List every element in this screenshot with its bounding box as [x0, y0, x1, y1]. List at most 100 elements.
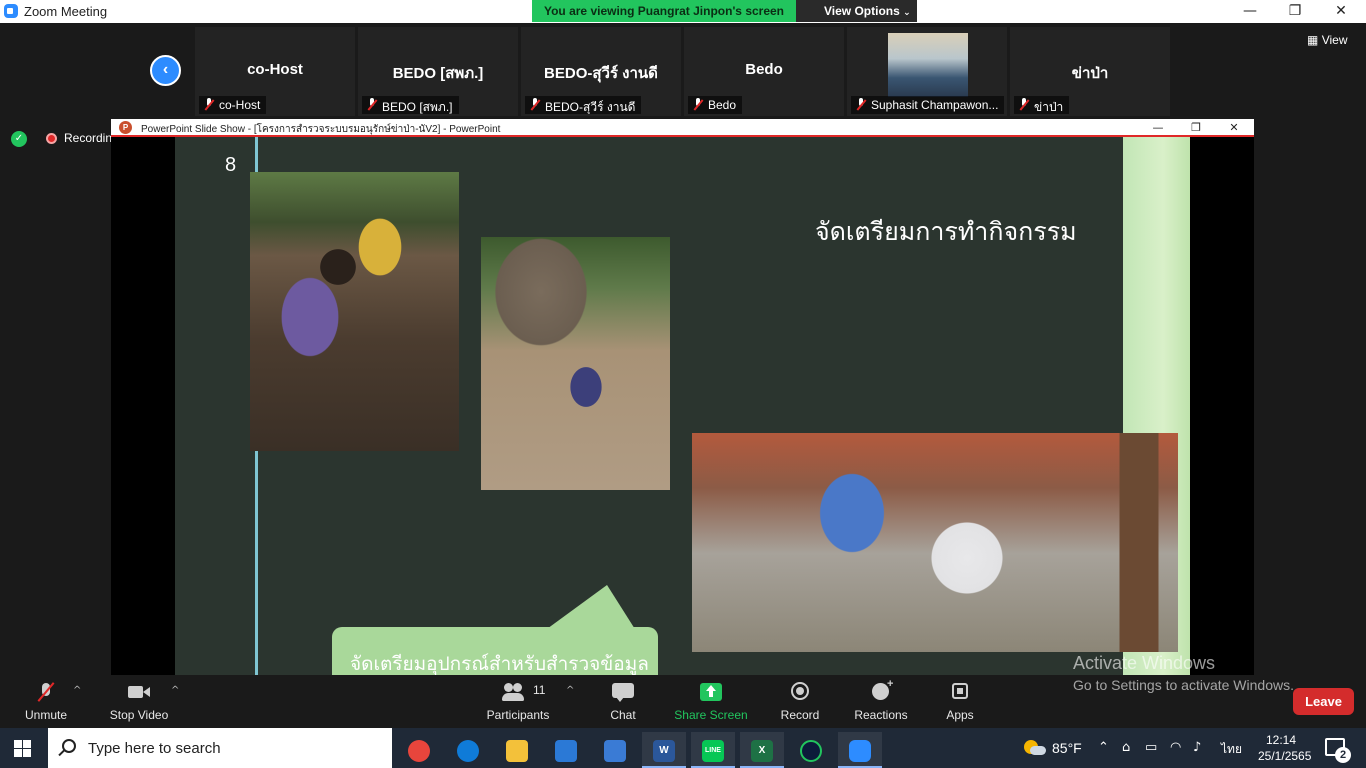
video-tile[interactable]: ข่าป่า ข่าป่า [1010, 27, 1170, 116]
tile-label-text: Bedo [708, 98, 737, 112]
restore-button[interactable]: ❐ [1272, 0, 1318, 23]
clock-date: 25/1/2565 [1258, 749, 1312, 763]
muted-mic-icon [367, 98, 377, 111]
taskbar-app-edge[interactable] [446, 732, 490, 768]
activate-windows-subtitle: Go to Settings to activate Windows. [1073, 677, 1294, 693]
record-icon [789, 682, 811, 701]
participants-count: 11 [533, 683, 546, 697]
ppt-restore-button[interactable]: ❐ [1177, 119, 1215, 137]
previous-page-button[interactable]: ‹ [150, 55, 181, 86]
leave-meeting-button[interactable]: Leave [1293, 688, 1354, 715]
ppt-close-button[interactable]: ✕ [1215, 119, 1253, 137]
ppt-title-bar: P PowerPoint Slide Show - [โครงการสำรวจร… [111, 119, 1254, 137]
folder-icon [506, 740, 528, 762]
network-icon[interactable]: ⌂ [1122, 740, 1130, 755]
taskbar-app-store[interactable] [593, 732, 637, 768]
tile-name-label: BEDO [สพภ.] [362, 96, 459, 114]
apps-button[interactable]: Apps [938, 675, 982, 728]
video-options-chevron-icon[interactable]: ^ [171, 685, 179, 696]
smiley-reaction-icon [870, 678, 893, 701]
sharing-banner: You are viewing Puangrat Jinpon's screen [532, 0, 796, 22]
tile-label-text: co-Host [219, 98, 261, 112]
powerpoint-icon: P [119, 121, 132, 134]
taskbar-clock[interactable]: 12:14 25/1/2565 [1258, 732, 1312, 764]
audio-options-chevron-icon[interactable]: ^ [73, 685, 81, 696]
share-screen-label: Share Screen [674, 708, 748, 722]
callout-text: จัดเตรียมอุปกรณ์สำหรับสำรวจข้อมูล [350, 654, 649, 675]
video-tile[interactable]: co-Host co-Host [195, 27, 355, 116]
windows-start-icon[interactable] [14, 740, 32, 757]
tile-display-name: ข่าป่า [1071, 65, 1109, 82]
recording-indicator[interactable]: Recording [44, 131, 119, 145]
taskbar-app-line[interactable]: LINE [691, 732, 735, 768]
tile-name-label: Bedo [688, 96, 743, 114]
stop-video-button[interactable]: Stop Video [104, 675, 174, 728]
participants-label: Participants [486, 708, 550, 722]
zoom-meeting-screen: Zoom Meeting You are viewing Puangrat Ji… [0, 0, 1366, 768]
unmute-button[interactable]: Unmute [16, 675, 76, 728]
tile-label-text: BEDO [สพภ.] [382, 100, 453, 114]
participants-button[interactable]: 11 Participants [483, 675, 553, 728]
muted-mic-icon [204, 98, 214, 111]
apps-label: Apps [946, 708, 974, 722]
video-tile[interactable]: BEDO [สพภ.] BEDO [สพภ.] [358, 27, 518, 116]
share-screen-button[interactable]: Share Screen [673, 675, 749, 728]
slide-photo-worker-jar [481, 237, 670, 490]
minimize-button[interactable]: — [1227, 0, 1273, 23]
ppt-minimize-button[interactable]: — [1139, 119, 1177, 137]
webex-icon [800, 740, 822, 762]
unmute-label: Unmute [24, 708, 68, 722]
taskbar-app-explorer[interactable] [495, 732, 539, 768]
search-icon [62, 739, 76, 753]
video-tile[interactable]: BEDO-สุวีร์ งานดี BEDO-สุวีร์ งานดี [521, 27, 681, 116]
tile-name-label: co-Host [199, 96, 267, 114]
video-tile[interactable]: Bedo Bedo [684, 27, 844, 116]
video-tile[interactable]: Suphasit Champawon... [847, 27, 1007, 116]
taskbar-app-excel[interactable]: X [740, 732, 784, 768]
record-button[interactable]: Record [775, 675, 825, 728]
view-options-label: View Options [824, 4, 900, 18]
view-layout-label: View [1321, 33, 1348, 47]
title-bar: Zoom Meeting You are viewing Puangrat Ji… [0, 0, 1366, 23]
close-button[interactable]: ✕ [1318, 0, 1364, 23]
grid-icon: ▦ [1307, 33, 1319, 47]
search-placeholder: Type here to search [88, 740, 221, 757]
window-title: Zoom Meeting [24, 4, 108, 19]
muted-mic-icon [530, 98, 540, 111]
participants-options-chevron-icon[interactable]: ^ [566, 685, 574, 696]
taskbar-app-mail[interactable] [544, 732, 588, 768]
reactions-button[interactable]: Reactions [850, 675, 912, 728]
input-language[interactable]: ไทย [1221, 740, 1242, 759]
weather-widget[interactable]: 85°F [1024, 740, 1082, 756]
mail-icon [555, 740, 577, 762]
chat-label: Chat [610, 708, 636, 722]
view-options-button[interactable]: View Options ⌄ [796, 0, 917, 22]
taskbar-app-webex[interactable] [789, 732, 833, 768]
chevron-left-icon: ‹ [162, 61, 169, 78]
volume-icon[interactable]: ♪ [1193, 740, 1201, 755]
tile-display-name: BEDO [สพภ.] [392, 65, 484, 82]
tray-chevron-up-icon[interactable]: ⌃ [1098, 740, 1109, 755]
participant-video-feed [888, 33, 968, 97]
encryption-shield-icon[interactable]: ✓ [11, 131, 27, 147]
notification-count-badge: 2 [1335, 747, 1351, 763]
activate-windows-title: Activate Windows [1073, 653, 1216, 673]
wifi-icon[interactable]: ◠ [1170, 740, 1181, 755]
reactions-label: Reactions [854, 708, 908, 722]
taskbar-search-box[interactable]: Type here to search [48, 728, 392, 768]
share-screen-icon [700, 683, 722, 701]
taskbar-app-chrome[interactable] [397, 732, 441, 768]
tile-name-label: BEDO-สุวีร์ งานดี [525, 96, 642, 114]
slide-number: 8 [225, 154, 237, 176]
muted-mic-icon [856, 98, 866, 111]
edge-icon [457, 740, 479, 762]
view-layout-button[interactable]: ▦ View [1307, 33, 1347, 47]
taskbar-app-zoom[interactable] [838, 732, 882, 768]
tile-name-label: Suphasit Champawon... [851, 96, 1005, 114]
battery-icon[interactable]: ▭ [1145, 740, 1157, 755]
zoom-app-icon [4, 4, 18, 18]
chat-button[interactable]: Chat [598, 675, 648, 728]
chrome-icon [408, 740, 430, 762]
zoom-icon [849, 740, 871, 762]
taskbar-app-word[interactable]: W [642, 732, 686, 768]
